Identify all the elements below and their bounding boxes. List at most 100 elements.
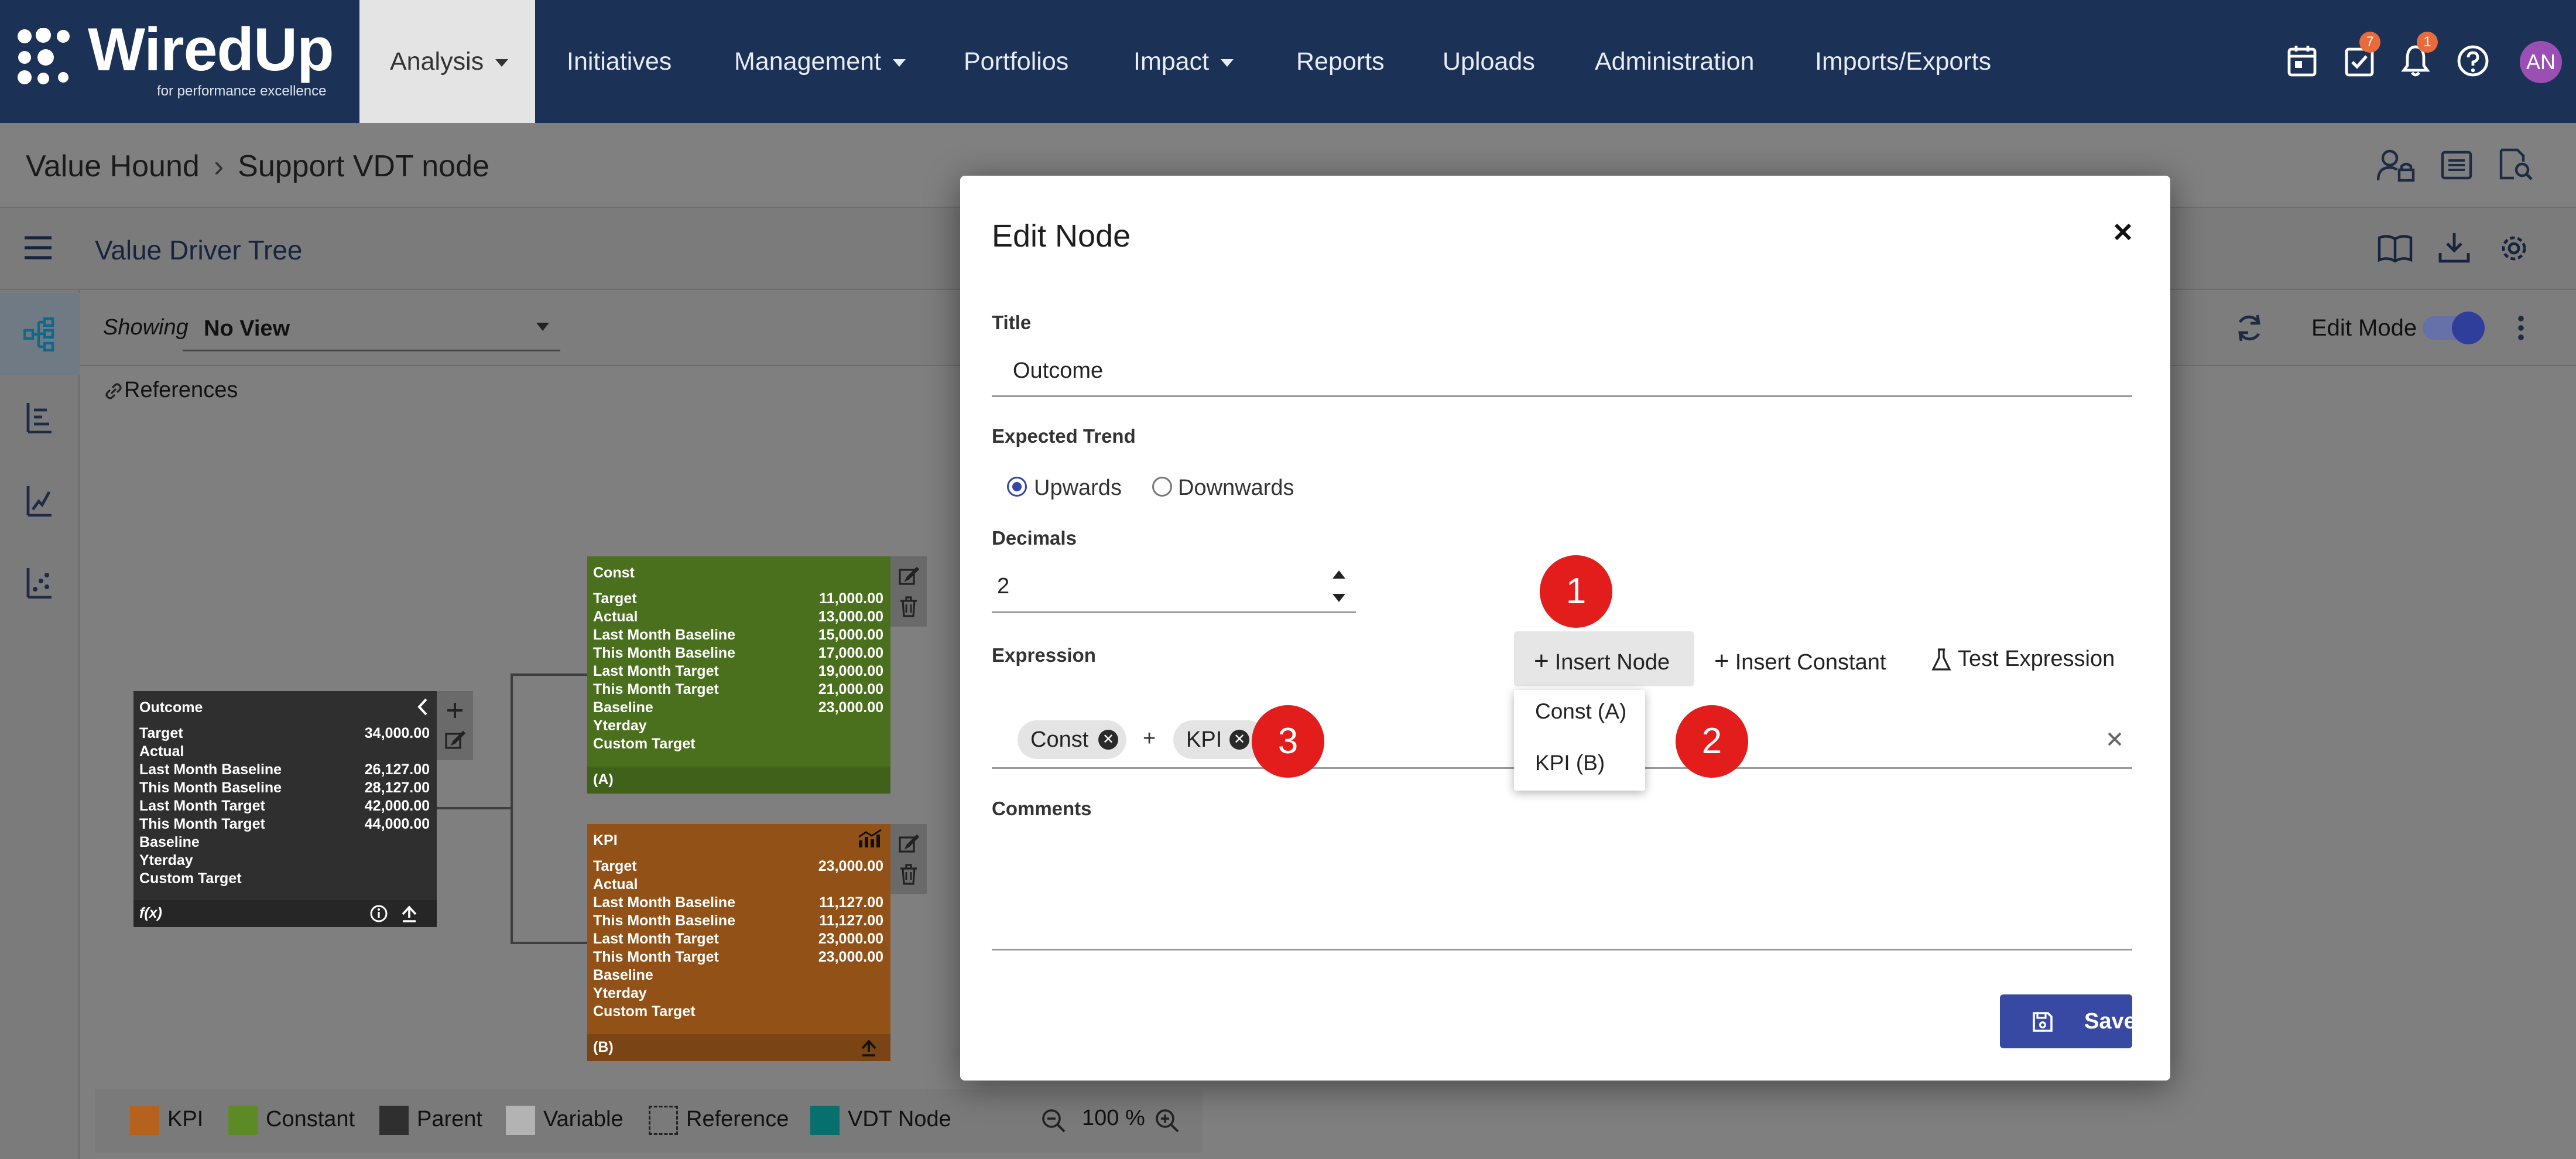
stepper-up-icon[interactable] xyxy=(1332,570,1345,579)
document-search-icon[interactable] xyxy=(2498,148,2534,182)
breadcrumb-parent[interactable]: Value Hound xyxy=(26,149,200,183)
decimals-stepper[interactable] xyxy=(992,560,1356,614)
row-label: Custom Target xyxy=(593,736,696,752)
node-kpi[interactable]: KPI Target 23,000.00 Actual Last Month Ba… xyxy=(587,824,890,1061)
node-row: Target 11,000.00 xyxy=(593,590,883,608)
stepper-down-icon[interactable] xyxy=(1332,594,1345,602)
title-field[interactable] xyxy=(992,343,2132,397)
node-side-toolbar xyxy=(437,691,473,760)
insert-constant-button[interactable]: + Insert Constant xyxy=(1714,647,1886,676)
node-row: Last Month Baseline 15,000.00 xyxy=(593,627,883,645)
nav-portfolios[interactable]: Portfolios xyxy=(964,0,1068,123)
nav-imports-exports[interactable]: Imports/Exports xyxy=(1815,0,1991,123)
expression-chip-const[interactable]: Const ✕ xyxy=(1018,720,1126,759)
save-icon xyxy=(2033,1012,2053,1032)
save-button[interactable]: Save xyxy=(2000,994,2136,1048)
dropdown-item-const[interactable]: Const (A) xyxy=(1535,699,1626,724)
notifications-badge: 1 xyxy=(2417,32,2438,53)
close-icon[interactable] xyxy=(2106,216,2139,248)
dropdown-item-kpi[interactable]: KPI (B) xyxy=(1535,751,1605,775)
chevron-right-icon: › xyxy=(213,149,224,183)
title-field-label: Title xyxy=(992,312,1032,333)
refresh-icon[interactable] xyxy=(2233,312,2266,344)
wiredup-logo[interactable]: WiredUp for performance excellence xyxy=(14,12,359,111)
kpi-chart-icon xyxy=(858,829,882,847)
trash-icon[interactable] xyxy=(899,864,918,885)
tree-view-icon[interactable] xyxy=(23,316,55,353)
close-icon[interactable]: ✕ xyxy=(1098,730,1118,750)
hamburger-menu-icon[interactable] xyxy=(23,234,53,261)
node-row: This Month Baseline 28,127.00 xyxy=(139,779,430,798)
downwards-radio-label[interactable]: Downwards xyxy=(1178,476,1294,501)
book-open-icon[interactable] xyxy=(2377,233,2413,264)
references-link[interactable]: References xyxy=(103,378,238,403)
node-row: Last Month Target 19,000.00 xyxy=(593,663,883,681)
calendar-icon[interactable] xyxy=(2287,45,2317,77)
scatter-chart-icon[interactable] xyxy=(26,567,53,599)
node-row: Actual xyxy=(593,876,883,894)
clear-expression-icon[interactable] xyxy=(2105,730,2124,748)
help-icon[interactable] xyxy=(2457,45,2489,77)
node-title: Const xyxy=(593,565,635,581)
row-value: 21,000.00 xyxy=(818,681,883,698)
node-outcome[interactable]: Outcome Target 34,000.00 Actual Last Mont… xyxy=(133,691,437,927)
download-icon[interactable] xyxy=(2438,231,2471,265)
trend-chart-icon[interactable] xyxy=(26,485,53,517)
row-label: Last Month Target xyxy=(139,798,265,814)
trash-icon[interactable] xyxy=(899,596,918,617)
row-label: Yterday xyxy=(593,717,647,734)
expected-trend-label: Expected Trend xyxy=(992,425,1136,447)
zoom-in-icon[interactable] xyxy=(1155,1108,1179,1133)
test-expression-button[interactable]: Test Expression xyxy=(1931,647,2115,672)
downwards-radio[interactable] xyxy=(1152,477,1172,497)
zoom-out-icon[interactable] xyxy=(1041,1108,1066,1133)
upload-icon[interactable] xyxy=(400,905,418,922)
nav-initiatives[interactable]: Initiatives xyxy=(567,0,672,123)
user-lock-icon[interactable] xyxy=(2377,149,2416,183)
nav-analysis-label: Analysis xyxy=(390,47,484,76)
upwards-radio[interactable] xyxy=(1007,477,1027,497)
chevron-down-icon xyxy=(893,59,906,67)
insert-node-label: + Insert Node xyxy=(1534,647,1670,676)
nav-management[interactable]: Management xyxy=(734,0,906,123)
node-row: Yterday xyxy=(593,985,883,1003)
nav-impact-label: Impact xyxy=(1133,47,1210,76)
row-label: Actual xyxy=(593,608,638,625)
row-label: Baseline xyxy=(593,699,653,716)
row-label: Yterday xyxy=(593,985,647,1001)
legend-kpi: KPI xyxy=(130,1106,203,1135)
row-label: Last Month Baseline xyxy=(593,627,736,643)
row-label: Custom Target xyxy=(593,1003,696,1020)
nav-analysis[interactable]: Analysis xyxy=(359,0,535,123)
row-label: Actual xyxy=(593,876,638,893)
nav-reports[interactable]: Reports xyxy=(1296,0,1385,123)
edit-mode-toggle-knob[interactable] xyxy=(2452,312,2485,344)
upload-icon[interactable] xyxy=(860,1039,878,1057)
edit-icon[interactable] xyxy=(898,566,919,587)
row-label: Last Month Baseline xyxy=(593,894,736,911)
nav-impact[interactable]: Impact xyxy=(1133,0,1234,123)
more-vertical-icon[interactable] xyxy=(2517,314,2524,342)
list-icon[interactable] xyxy=(2440,150,2473,180)
user-avatar[interactable]: AN xyxy=(2520,41,2562,83)
row-label: Last Month Target xyxy=(593,663,719,679)
plus-icon[interactable] xyxy=(445,700,465,720)
legend-swatch xyxy=(379,1106,409,1135)
comments-field[interactable] xyxy=(992,826,2132,949)
node-const[interactable]: Const Target 11,000.00 Actual 13,000.00 La… xyxy=(587,556,890,794)
flask-icon xyxy=(1931,648,1951,671)
gear-icon[interactable] xyxy=(2498,232,2530,265)
chevron-left-icon[interactable] xyxy=(417,698,427,716)
row-label: Target xyxy=(593,590,637,607)
node-row: Baseline 23,000.00 xyxy=(593,699,883,717)
upwards-radio-label[interactable]: Upwards xyxy=(1034,476,1122,501)
edit-icon[interactable] xyxy=(898,833,919,854)
bar-list-icon[interactable] xyxy=(26,402,53,433)
logo-wordmark: WiredUp xyxy=(88,16,334,84)
nav-administration[interactable]: Administration xyxy=(1595,0,1754,123)
info-icon[interactable] xyxy=(370,905,388,922)
nav-uploads[interactable]: Uploads xyxy=(1443,0,1535,123)
close-icon[interactable]: ✕ xyxy=(1229,730,1249,750)
edit-icon[interactable] xyxy=(444,730,465,751)
title-field-underline xyxy=(992,395,2132,397)
